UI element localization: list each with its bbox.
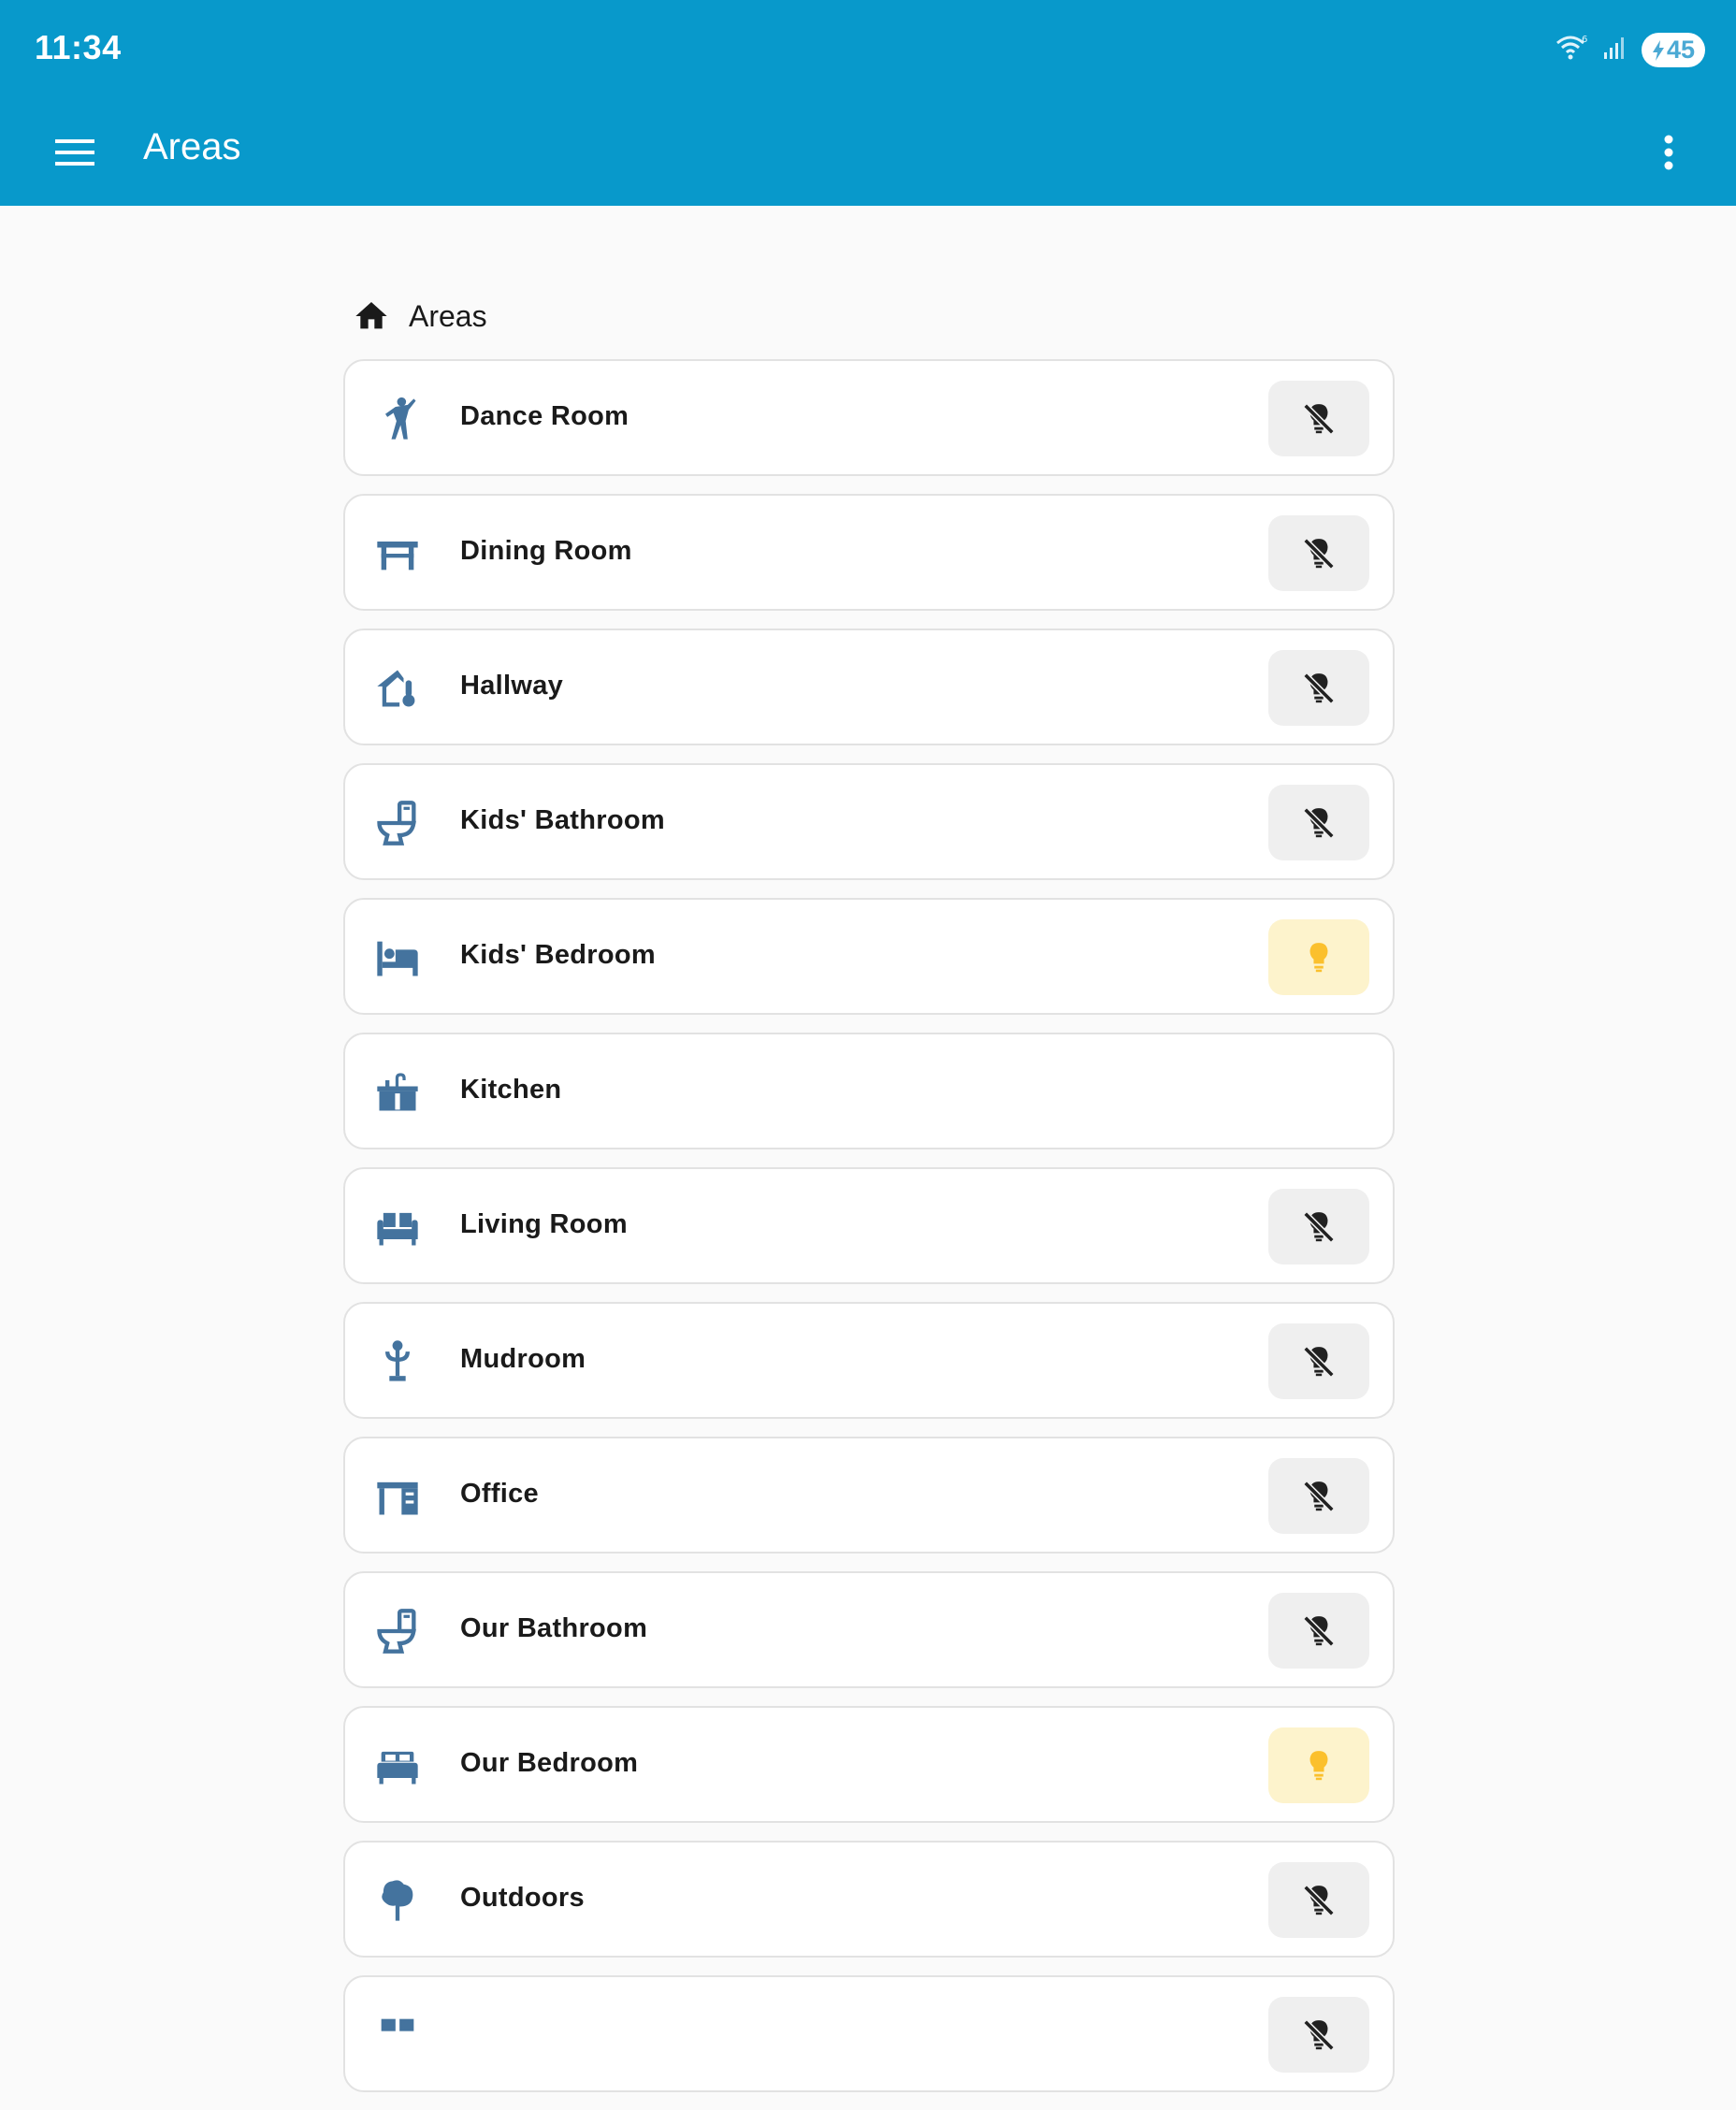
more-options-button[interactable] <box>1641 126 1697 182</box>
area-card-our-bedroom[interactable]: Our Bedroom <box>343 1706 1395 1823</box>
svg-text:6: 6 <box>1582 35 1587 45</box>
area-name: Office <box>460 1479 539 1509</box>
more-vertical-icon <box>1663 134 1674 176</box>
area-card-dance-room[interactable]: Dance Room <box>343 359 1395 476</box>
status-icons: 6 45 <box>1555 33 1705 67</box>
light-toggle-button[interactable] <box>1268 1189 1369 1265</box>
app-title: Areas <box>143 126 241 167</box>
status-bar: 11:34 6 45 <box>0 0 1736 101</box>
lightbulb-icon <box>1301 1748 1337 1784</box>
area-name: Outdoors <box>460 1883 585 1913</box>
menu-icon <box>55 137 96 173</box>
home-icon <box>353 297 390 335</box>
lightbulb-off-icon <box>1301 1613 1337 1649</box>
lightbulb-off-icon <box>1301 1479 1337 1514</box>
app-bar: Areas <box>0 101 1736 206</box>
lightbulb-off-icon <box>1301 671 1337 706</box>
area-card-hallway[interactable]: Hallway <box>343 629 1395 745</box>
lightbulb-off-icon <box>1301 536 1337 571</box>
light-toggle-button[interactable] <box>1268 650 1369 726</box>
desk-icon <box>373 1472 422 1521</box>
signal-icon <box>1602 35 1628 65</box>
area-name: Kitchen <box>460 1075 562 1105</box>
lightbulb-icon <box>1301 940 1337 976</box>
bed-double-icon <box>373 1741 422 1790</box>
countertop-icon <box>373 1068 422 1117</box>
area-card-mudroom[interactable]: Mudroom <box>343 1302 1395 1419</box>
area-card-living-room[interactable]: Living Room <box>343 1167 1395 1284</box>
light-toggle-button[interactable] <box>1268 785 1369 860</box>
sofa-icon <box>373 1203 422 1251</box>
area-name: Dance Room <box>460 401 629 431</box>
lightbulb-off-icon <box>1301 2017 1337 2053</box>
dance-icon <box>373 395 422 443</box>
toilet-icon <box>373 799 422 847</box>
section-title: Areas <box>409 298 487 333</box>
area-card-kitchen[interactable]: Kitchen <box>343 1033 1395 1149</box>
area-card-dining-room[interactable]: Dining Room <box>343 494 1395 611</box>
area-name: Our Bedroom <box>460 1748 639 1778</box>
home-thermometer-icon <box>373 664 422 713</box>
partial-icon <box>373 2011 422 2059</box>
area-name: Dining Room <box>460 536 632 566</box>
tree-icon <box>373 1876 422 1925</box>
area-name: Living Room <box>460 1209 628 1239</box>
area-card-office[interactable]: Office <box>343 1437 1395 1554</box>
light-toggle-button[interactable] <box>1268 1727 1369 1803</box>
main-content: Areas Dance Room Dining Room Hallway Kids' … <box>343 284 1395 2110</box>
area-name: Kids' Bedroom <box>460 940 656 970</box>
lightbulb-off-icon <box>1301 805 1337 841</box>
area-card-our-bathroom[interactable]: Our Bathroom <box>343 1571 1395 1688</box>
battery-level: 45 <box>1666 36 1696 64</box>
light-toggle-button[interactable] <box>1268 1862 1369 1938</box>
light-toggle-button[interactable] <box>1268 919 1369 995</box>
area-card-kids-bedroom[interactable]: Kids' Bedroom <box>343 898 1395 1015</box>
wifi-icon: 6 <box>1555 34 1589 66</box>
light-toggle-button[interactable] <box>1268 515 1369 591</box>
area-name: Kids' Bathroom <box>460 805 665 835</box>
menu-button[interactable] <box>47 127 105 181</box>
area-card-item-12[interactable] <box>343 1975 1395 2092</box>
area-card-kids-bathroom[interactable]: Kids' Bathroom <box>343 763 1395 880</box>
status-time: 11:34 <box>35 28 122 66</box>
lightbulb-off-icon <box>1301 1883 1337 1918</box>
light-toggle-button[interactable] <box>1268 1323 1369 1399</box>
area-name: Our Bathroom <box>460 1613 648 1643</box>
light-toggle-button[interactable] <box>1268 1593 1369 1669</box>
lightbulb-off-icon <box>1301 1344 1337 1380</box>
light-toggle-button[interactable] <box>1268 1458 1369 1534</box>
light-toggle-button[interactable] <box>1268 381 1369 456</box>
toilet-icon <box>373 1607 422 1655</box>
lightbulb-off-icon <box>1301 1209 1337 1245</box>
area-list: Dance Room Dining Room Hallway Kids' Bathro… <box>343 359 1395 2092</box>
area-name: Mudroom <box>460 1344 586 1374</box>
battery-charging-icon: 45 <box>1642 33 1705 67</box>
section-header: Areas <box>343 284 1395 348</box>
area-card-outdoors[interactable]: Outdoors <box>343 1841 1395 1958</box>
bed-icon <box>373 933 422 982</box>
area-name: Hallway <box>460 671 564 701</box>
coat-rack-icon <box>373 1337 422 1386</box>
light-toggle-button[interactable] <box>1268 1997 1369 2073</box>
table-icon <box>373 529 422 578</box>
lightbulb-off-icon <box>1301 401 1337 437</box>
